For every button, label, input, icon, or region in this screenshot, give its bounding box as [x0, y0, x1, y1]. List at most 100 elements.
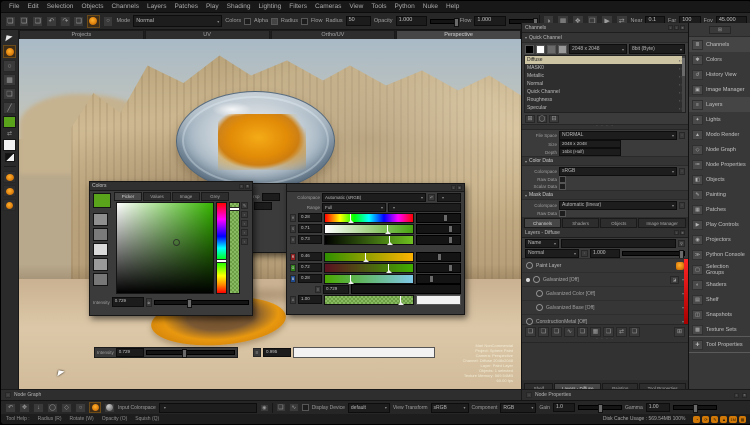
layer-visibility-icon[interactable]: [533, 276, 540, 283]
back-colorspace-field[interactable]: [262, 193, 280, 201]
input-colorspace-dropdown[interactable]: [159, 403, 257, 413]
slider-h-value[interactable]: 0.28: [298, 213, 322, 222]
tab-channels-panel[interactable]: Channels: [524, 218, 561, 228]
sidebar-item-patches[interactable]: ▦Patches: [689, 202, 750, 217]
add-adjustment-layer-icon[interactable]: [551, 327, 562, 337]
sidebar-item-layers[interactable]: ≡Layers: [689, 97, 750, 112]
layers-close-icon[interactable]: [680, 230, 685, 235]
sliders-close-icon[interactable]: [457, 185, 462, 190]
current-color-swatch[interactable]: [93, 193, 111, 208]
cache-status-icon-1[interactable]: ◔: [693, 416, 700, 423]
menu-file[interactable]: File: [9, 3, 19, 10]
undo-icon[interactable]: [46, 16, 57, 27]
slider-r-ramp[interactable]: [324, 252, 414, 262]
quick-channel-group-row[interactable]: Quick Channel: [522, 33, 688, 43]
sync-channel-icon[interactable]: [537, 115, 547, 123]
cache-status-icon-2[interactable]: ⟳: [702, 416, 709, 423]
menu-shading[interactable]: Shading: [227, 3, 251, 10]
falloff-tool-icon[interactable]: [75, 403, 86, 413]
shelf-brush-2[interactable]: [3, 185, 16, 197]
tab-grey[interactable]: Grey: [201, 192, 229, 201]
menu-tools[interactable]: Tools: [371, 3, 386, 10]
menu-layers[interactable]: Layers: [147, 3, 167, 10]
alpha-row-value[interactable]: 0.995: [263, 348, 291, 357]
sidebar-item-painting[interactable]: ✎Painting: [689, 187, 750, 202]
gain-slider[interactable]: [578, 405, 622, 410]
menu-view[interactable]: View: [349, 3, 363, 10]
display-device-dropdown[interactable]: default: [348, 403, 390, 413]
sidebar-item-shelf[interactable]: ▤Shelf: [689, 292, 750, 307]
sidebar-item-channels[interactable]: ≣Channels: [689, 37, 750, 52]
shelf-brush-3[interactable]: [3, 199, 16, 211]
channel-list-scrollbar[interactable]: [682, 56, 685, 112]
history-swatch-5[interactable]: [93, 273, 108, 286]
opacity-field[interactable]: 1.000: [396, 16, 427, 26]
extra-row-value[interactable]: 0.729: [323, 285, 349, 294]
channel-swatch-black[interactable]: [525, 45, 534, 54]
foreground-color-swatch[interactable]: [3, 116, 16, 128]
channel-swatch-gray1[interactable]: [547, 45, 556, 54]
slider-b-ramp[interactable]: [324, 274, 414, 284]
clone-stamp-icon[interactable]: [3, 74, 16, 86]
cache-status-icon-5[interactable]: 1M: [729, 416, 737, 423]
background-color-swatch[interactable]: [3, 139, 16, 151]
line-tool-icon[interactable]: [3, 102, 16, 114]
file-space-side-icon[interactable]: [679, 132, 685, 139]
shader-sphere-icon[interactable]: [104, 403, 115, 413]
menu-filters[interactable]: Filters: [289, 3, 307, 10]
sidebar-item-image-manager[interactable]: ▣Image Manager: [689, 82, 750, 97]
picker-option-1-icon[interactable]: [241, 211, 248, 218]
picker-option-3-icon[interactable]: [241, 229, 248, 236]
new-project-icon[interactable]: [5, 16, 16, 27]
glass-sphere[interactable]: [176, 91, 335, 191]
sidebar-item-colors[interactable]: ✱Colors: [689, 52, 750, 67]
gamma-slider[interactable]: [673, 405, 717, 410]
lut-file-icon[interactable]: [276, 403, 286, 412]
slider-s-track[interactable]: [416, 224, 461, 234]
select-cursor-icon[interactable]: ◤: [6, 33, 14, 43]
colorspace-extra-dropdown[interactable]: [437, 193, 461, 202]
range-dropdown[interactable]: Full: [322, 203, 386, 212]
rotate-tool-icon[interactable]: [47, 403, 58, 413]
gain-field[interactable]: 1.0: [553, 403, 575, 412]
tab-image-manager-panel[interactable]: Image Manager: [638, 218, 686, 228]
add-paint-layer-icon[interactable]: [525, 327, 536, 337]
tab-image[interactable]: Image: [172, 192, 200, 201]
open-project-icon[interactable]: [19, 16, 30, 27]
layers-panel-menu-icon[interactable]: [674, 327, 685, 337]
colors-dialog-titlebar[interactable]: Colors: [90, 182, 252, 191]
tab-uv[interactable]: UV: [145, 30, 270, 40]
slider-s-value[interactable]: 0.71: [298, 224, 322, 233]
blend-amount-slider[interactable]: [622, 251, 685, 256]
slider-a-value[interactable]: 1.00: [298, 295, 322, 304]
eyedropper-icon[interactable]: [241, 202, 248, 209]
drop-tool-icon[interactable]: [33, 403, 44, 413]
sidebar-item-modo-render[interactable]: ▲Modo Render: [689, 127, 750, 142]
colorspace-reset-icon[interactable]: [428, 194, 435, 201]
slider-s-ramp[interactable]: [324, 224, 414, 234]
layer-row-child[interactable]: Galvanized Color [Off] ▾: [522, 287, 688, 301]
tab-picker[interactable]: Picker: [114, 192, 142, 201]
menu-cameras[interactable]: Cameras: [315, 3, 341, 10]
sidebar-item-snapshots[interactable]: ◫Snapshots: [689, 307, 750, 322]
opacity-slider[interactable]: [430, 19, 457, 24]
slider-a-ramp[interactable]: [324, 295, 414, 305]
sliders-dialog-titlebar[interactable]: [287, 184, 464, 192]
extra-row-track[interactable]: [351, 284, 461, 294]
alpha-checkbox[interactable]: [244, 18, 251, 25]
sidebar-item-selection-groups[interactable]: ▢Selection Groups: [689, 262, 750, 277]
archive-icon[interactable]: [73, 16, 84, 27]
channel-row[interactable]: Quick Channel▪ ▪: [525, 88, 685, 96]
layers-float-icon[interactable]: [674, 230, 679, 235]
slider-r-track[interactable]: [416, 252, 461, 262]
slider-v-ramp[interactable]: [324, 235, 414, 245]
sidebar-item-texture-sets[interactable]: ▩Texture Sets: [689, 322, 750, 337]
sliders-float-icon[interactable]: [451, 185, 456, 190]
menu-patches[interactable]: Patches: [174, 3, 198, 10]
menu-play[interactable]: Play: [206, 3, 219, 10]
viewport-canvas[interactable]: Mari NonCommercial Project: Sphere Paint…: [19, 39, 521, 389]
file-space-dropdown[interactable]: NORMAL: [559, 131, 677, 140]
tab-objects-panel[interactable]: Objects: [600, 218, 637, 228]
paint-tool-button[interactable]: [87, 15, 100, 28]
slider-g-track[interactable]: [416, 263, 461, 273]
